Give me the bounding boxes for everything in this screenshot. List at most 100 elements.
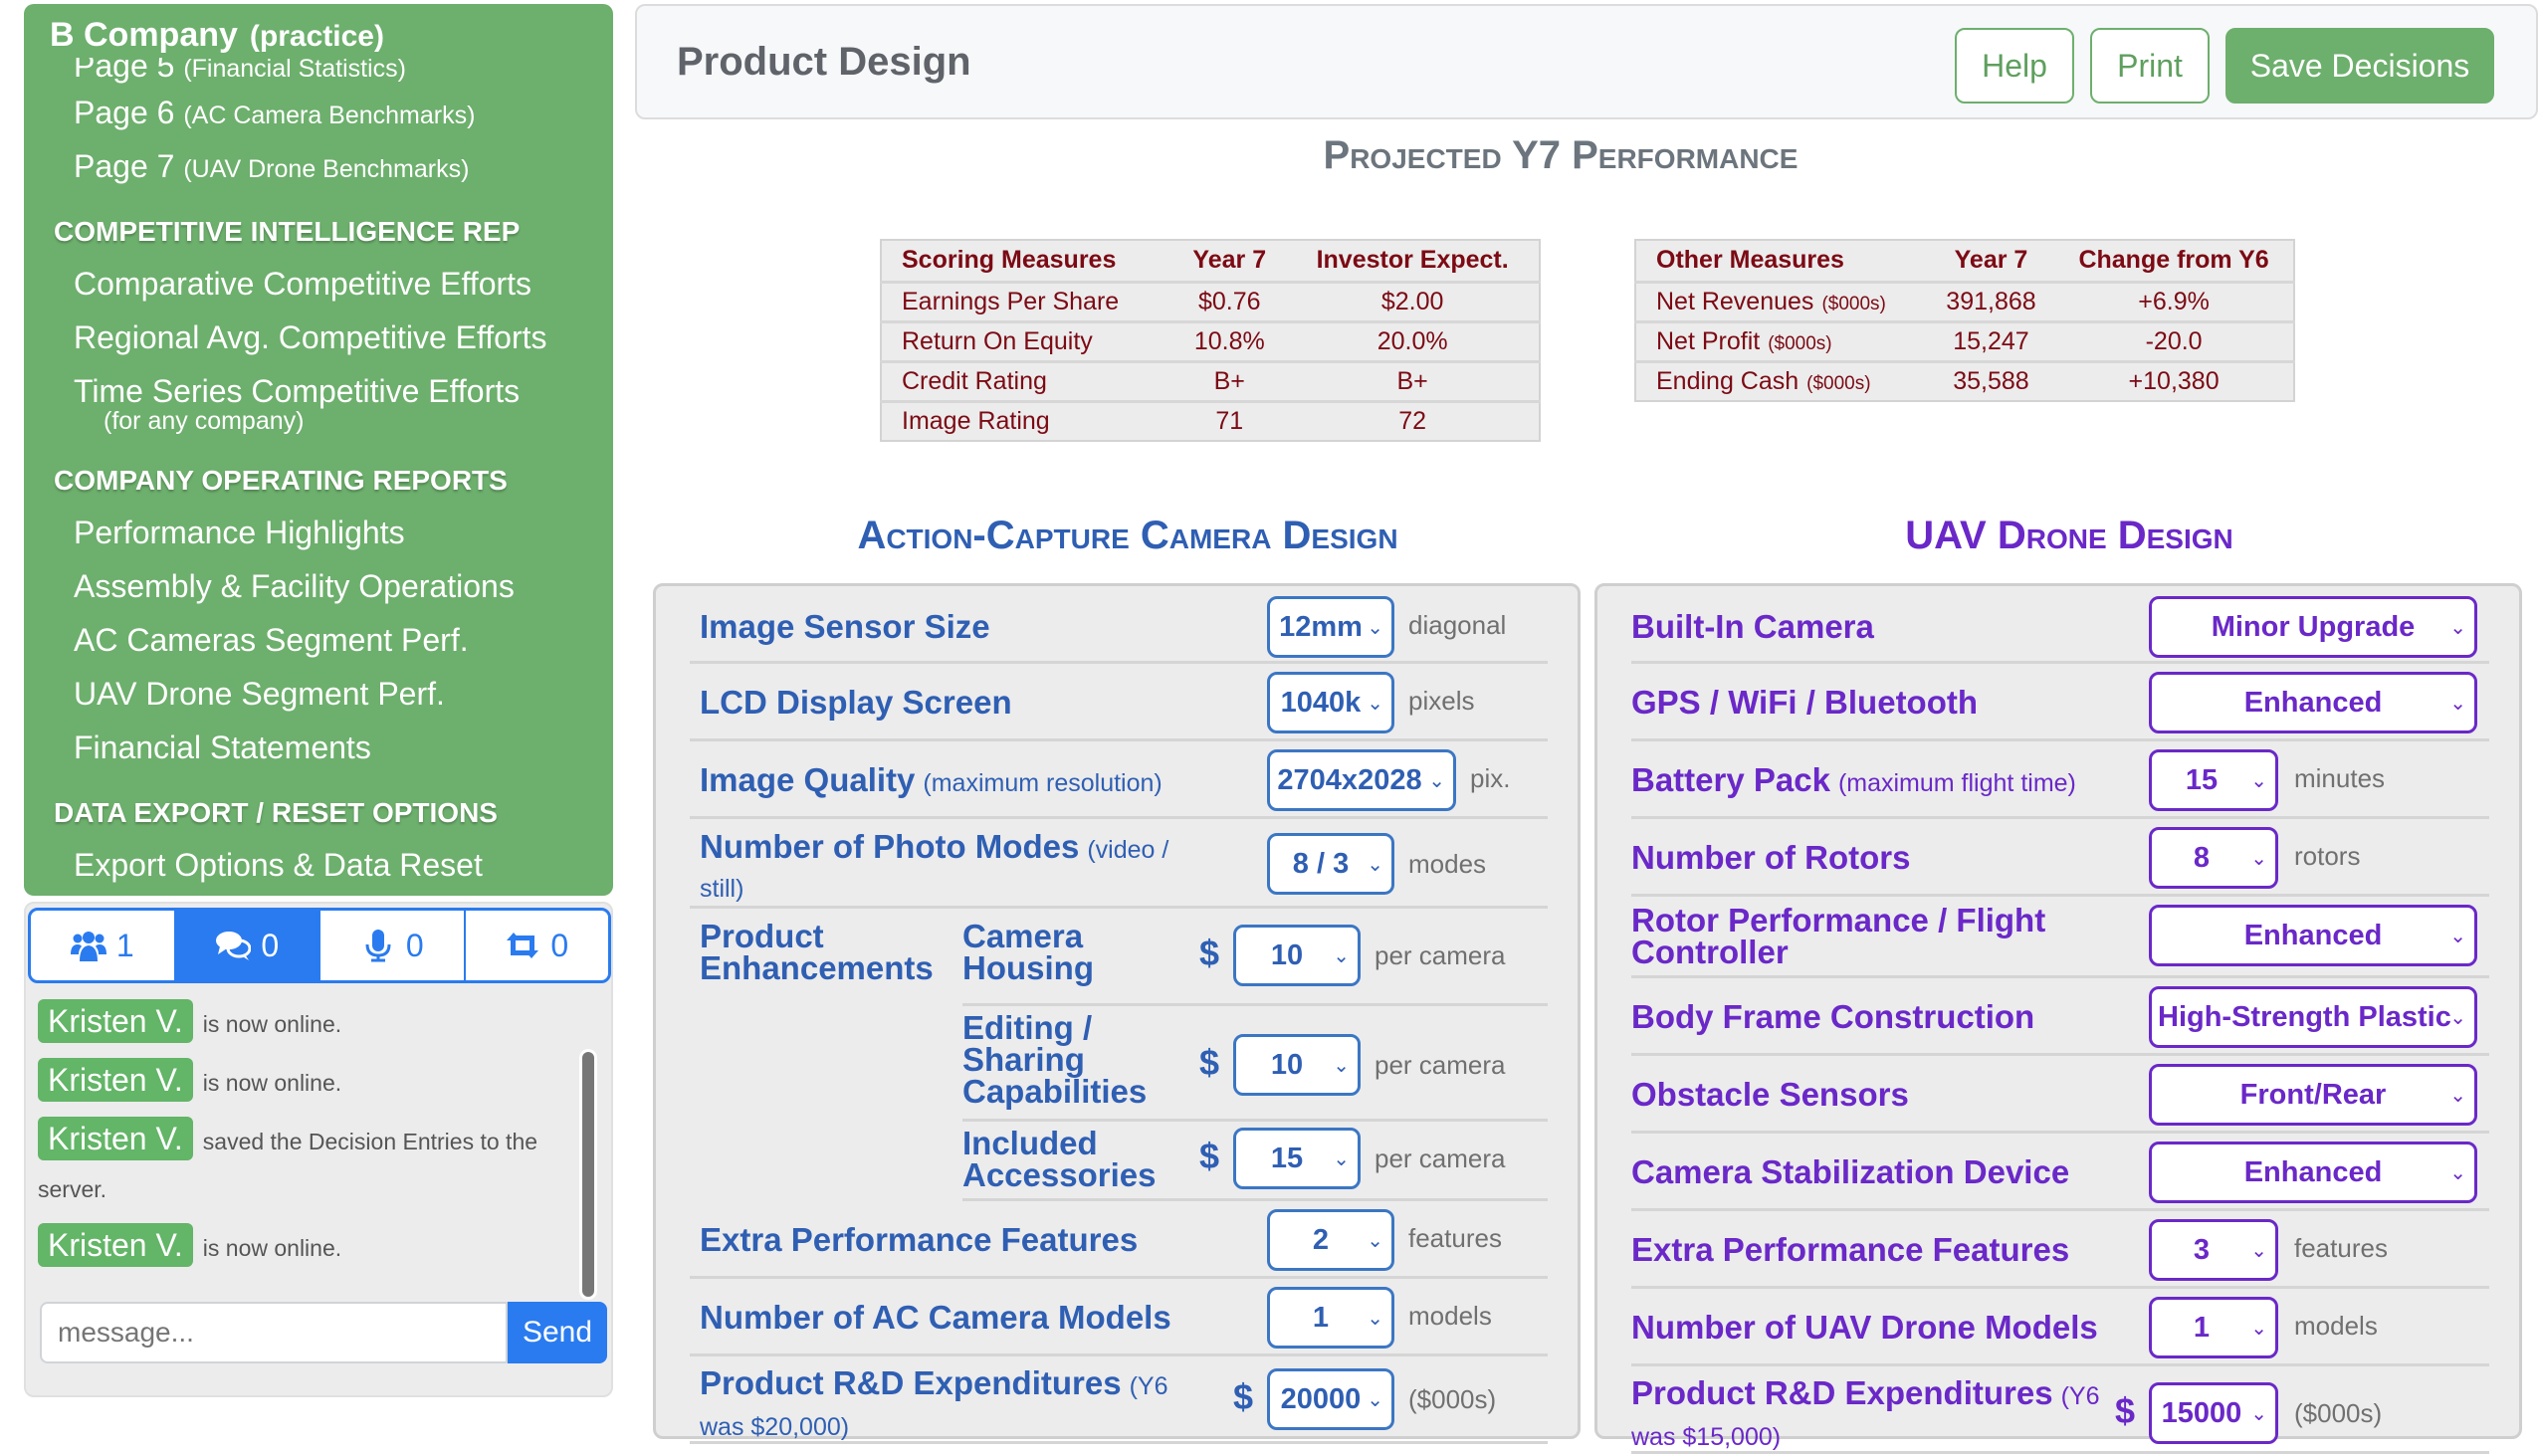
chevron-down-icon: ⌄ [1333,1054,1350,1077]
unit-label: minutes [2294,763,2386,793]
company-label: B Company [50,16,238,54]
row-label: Image Rating [881,399,1173,441]
chevron-down-icon: ⌄ [1367,853,1383,876]
message-user[interactable]: Kristen V. [38,999,193,1043]
unit-label: per camera [1375,940,1506,970]
accessories-select[interactable]: 15 ⌄ [1233,1128,1361,1189]
dollar-sign: $ [1199,933,1220,973]
extra-features-select[interactable]: 2 ⌄ [1267,1209,1394,1271]
message-user[interactable]: Kristen V. [38,1223,193,1267]
scoring-measures-table: Scoring Measures Year 7 Investor Expect.… [880,239,1541,442]
lcd-label: LCD Display Screen [700,684,1012,721]
ac-modes-row: Number of Photo Modes (video / still) 8 /… [690,819,1548,909]
send-button[interactable]: Send [508,1302,607,1363]
nav-comparative-efforts[interactable]: Comparative Competitive Efforts [24,257,613,311]
message-input[interactable] [40,1302,508,1363]
gps-select[interactable]: Enhanced ⌄ [2149,672,2477,733]
editing-label: Editing / Sharing Capabilities [962,1009,1148,1110]
help-button[interactable]: Help [1955,28,2074,104]
obstacle-select[interactable]: Front/Rear ⌄ [2149,1064,2477,1126]
row-label: Credit Rating [881,359,1173,401]
message-user[interactable]: Kristen V. [38,1058,193,1102]
stabilization-select[interactable]: Enhanced ⌄ [2149,1142,2477,1203]
photo-modes-select[interactable]: 8 / 3 ⌄ [1267,833,1394,895]
chevron-down-icon: ⌄ [1367,1229,1383,1252]
ac-lcd-row: LCD Display Screen 1040k ⌄ pixels [690,664,1548,741]
chevron-down-icon: ⌄ [1333,1147,1350,1170]
voice-count: 0 [405,927,424,963]
chat-message: Kristen V. is now online. [38,1223,595,1272]
nav-performance-highlights[interactable]: Performance Highlights [24,506,613,559]
nav-page-6[interactable]: Page 6 (AC Camera Benchmarks) [24,86,613,139]
unit-label: ($000s) [2294,1398,2383,1428]
nav-financial-statements[interactable]: Financial Statements [24,721,613,774]
comments-icon [216,932,252,960]
nav-heading-operating: COMPANY OPERATING REPORTS [54,465,508,496]
housing-select[interactable]: 10 ⌄ [1233,925,1361,986]
chat-scrollbar[interactable] [579,1049,597,1300]
table-row: Earnings Per Share $0.76 $2.00 [881,280,1540,321]
extra-features-label: Extra Performance Features [700,1221,1139,1258]
table-header-row: Scoring Measures Year 7 Investor Expect. [881,240,1540,282]
nav-regional-efforts[interactable]: Regional Avg. Competitive Efforts [24,311,613,364]
cell: B+ [1286,359,1540,401]
image-quality-select[interactable]: 2704x2028 ⌄ [1267,749,1456,811]
uav-extra-row: Extra Performance Features 3 ⌄ features [1631,1211,2489,1289]
chevron-down-icon: ⌄ [2250,1317,2267,1340]
unit-label: diagonal [1408,610,1507,640]
editing-select[interactable]: 10 ⌄ [1233,1034,1361,1096]
sensor-size-select[interactable]: 12mm ⌄ [1267,596,1394,658]
cell: 15,247 [1927,319,2055,361]
models-select[interactable]: 1 ⌄ [1267,1287,1394,1349]
comments-count: 0 [261,927,280,963]
print-button[interactable]: Print [2090,28,2210,104]
cell: 35,588 [1927,359,2055,401]
table-row: Return On Equity 10.8% 20.0% [881,319,1540,361]
projected-title: Projected Y7 Performance [1323,133,1799,177]
ac-editing-row: Editing / Sharing Capabilities $ 10 ⌄ per… [962,1006,1548,1122]
save-decisions-button[interactable]: Save Decisions [2225,28,2494,104]
rotor-performance-select[interactable]: Enhanced ⌄ [2149,905,2477,966]
uav-stabilization-row: Camera Stabilization Device Enhanced ⌄ [1631,1134,2489,1211]
chevron-down-icon: ⌄ [2449,1006,2466,1029]
battery-label: Battery Pack (maximum flight time) [1631,761,2076,798]
nav-uav-segment[interactable]: UAV Drone Segment Perf. [24,667,613,721]
tab-voice[interactable]: 0 [320,911,466,980]
extra-features-select[interactable]: 3 ⌄ [2149,1219,2278,1281]
message-user[interactable]: Kristen V. [38,1117,193,1160]
cell: +10,380 [2054,359,2294,401]
column-header: Change from Y6 [2078,246,2269,275]
cell: B+ [1172,359,1287,401]
nav-assembly-operations[interactable]: Assembly & Facility Operations [24,559,613,613]
ac-models-row: Number of AC Camera Models 1 ⌄ models [690,1279,1548,1356]
tab-sync[interactable]: 0 [466,911,609,980]
tab-users[interactable]: 1 [31,911,176,980]
rd-select[interactable]: 15000 ⌄ [2149,1382,2278,1444]
cell: +6.9% [2054,280,2294,321]
column-header: Investor Expect. [1316,246,1509,275]
tab-comments[interactable]: 0 [175,911,320,980]
rotors-select[interactable]: 8 ⌄ [2149,827,2278,889]
ac-quality-row: Image Quality (maximum resolution) 2704x2… [690,741,1548,819]
chevron-down-icon: ⌄ [2250,847,2267,870]
page-title: Product Design [677,40,971,84]
unit-label: features [1408,1223,1502,1253]
nav-ac-segment[interactable]: AC Cameras Segment Perf. [24,613,613,667]
chat-message: Kristen V. saved the Decision Entries to … [38,1117,595,1213]
unit-label: models [2294,1311,2378,1341]
lcd-select[interactable]: 1040k ⌄ [1267,672,1394,733]
rd-label: Product R&D Expenditures (Y6 was $15,000) [1631,1374,2100,1451]
models-select[interactable]: 1 ⌄ [2149,1297,2278,1358]
extra-features-label: Extra Performance Features [1631,1231,2070,1268]
frame-select[interactable]: High-Strength Plastic ⌄ [2149,986,2477,1048]
camera-label: Built-In Camera [1631,608,1874,645]
battery-select[interactable]: 15 ⌄ [2149,749,2278,811]
built-in-camera-select[interactable]: Minor Upgrade ⌄ [2149,596,2477,658]
chevron-down-icon: ⌄ [2449,692,2466,715]
chat-message: Kristen V. is now online. [38,1058,595,1107]
nav-export-reset[interactable]: Export Options & Data Reset [24,838,613,892]
users-icon [70,932,106,961]
rd-select[interactable]: 20000 ⌄ [1267,1368,1394,1430]
table-row: Net Revenues ($000s) 391,868 +6.9% [1635,280,2294,321]
nav-page-7[interactable]: Page 7 (UAV Drone Benchmarks) [24,139,613,193]
